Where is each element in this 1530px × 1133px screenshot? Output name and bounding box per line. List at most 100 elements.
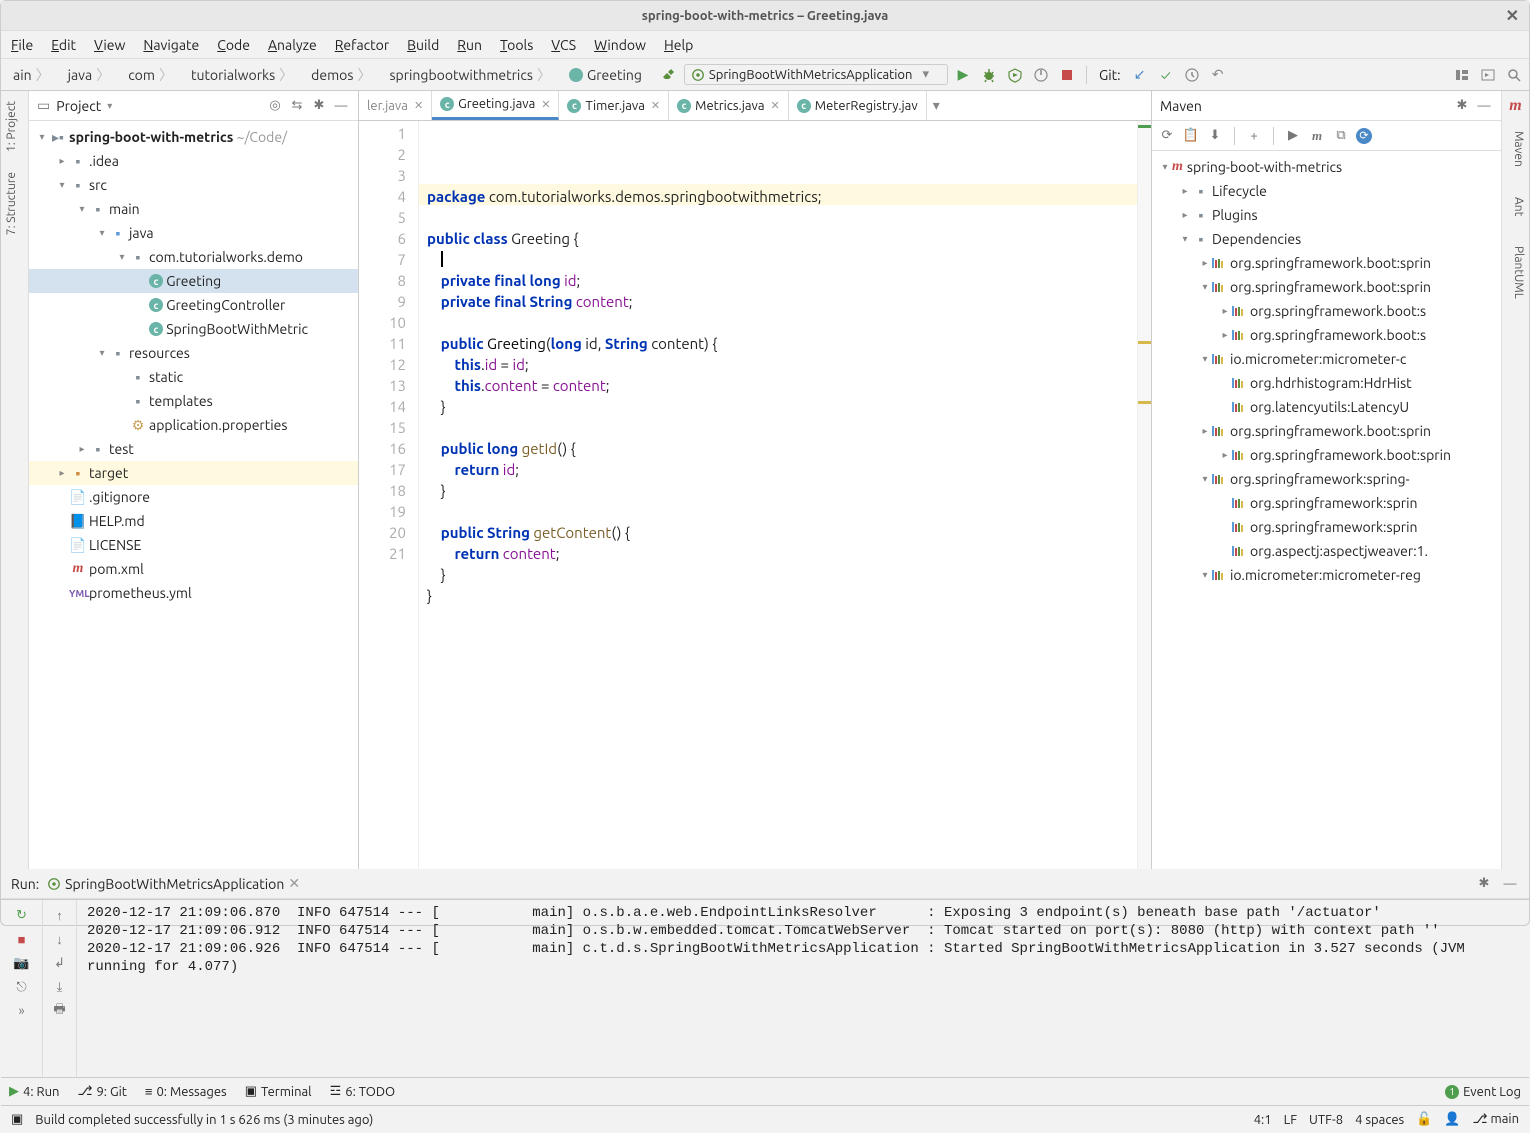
btab-git[interactable]: ⎇9: Git <box>77 1084 126 1099</box>
gutter-maven-icon[interactable]: m <box>1502 91 1529 121</box>
exit-icon[interactable]: ⎋ <box>13 978 31 996</box>
maven-tree-item[interactable]: ▸org.springframework.boot:sprin <box>1152 443 1501 467</box>
maven-panel-title[interactable]: Maven <box>1160 98 1202 114</box>
maven-tree-item[interactable]: ▾mspring-boot-with-metrics <box>1152 155 1501 179</box>
tree-item-selected[interactable]: Greeting <box>166 273 221 289</box>
tree-item[interactable]: application.properties <box>149 417 287 433</box>
tree-root[interactable]: spring-boot-with-metrics <box>69 129 233 145</box>
menu-edit[interactable]: Edit <box>51 37 76 53</box>
soft-wrap-icon[interactable]: ↲ <box>51 954 69 972</box>
crumb-tw[interactable]: tutorialworks <box>183 63 301 87</box>
cursor-position[interactable]: 4:1 <box>1254 1113 1272 1127</box>
tree-item[interactable]: prometheus.yml <box>89 585 192 601</box>
maven-tree-item[interactable]: org.hdrhistogram:HdrHist <box>1152 371 1501 395</box>
btab-messages[interactable]: ≡0: Messages <box>145 1084 227 1099</box>
maven-tree-item[interactable]: ▾io.micrometer:micrometer-c <box>1152 347 1501 371</box>
tree-item[interactable]: java <box>129 225 154 241</box>
tree-item[interactable]: .idea <box>89 153 119 169</box>
maven-toggle-icon[interactable]: ⧉ <box>1332 127 1350 145</box>
maven-tree-item[interactable]: org.springframework:sprin <box>1152 491 1501 515</box>
project-panel-title[interactable]: Project <box>56 98 101 114</box>
maven-generate-icon[interactable]: 📋 <box>1182 127 1200 145</box>
tab-timer[interactable]: cTimer.java✕ <box>559 91 669 120</box>
close-icon[interactable]: ✕ <box>1506 6 1519 25</box>
maven-tree-item[interactable]: ▸org.springframework.boot:s <box>1152 323 1501 347</box>
btab-todo[interactable]: ☲6: TODO <box>330 1084 396 1099</box>
maven-tree-item[interactable]: ▸org.springframework.boot:sprin <box>1152 419 1501 443</box>
console-output[interactable]: 2020-12-17 21:09:06.870 INFO 647514 --- … <box>77 900 1529 1077</box>
file-encoding[interactable]: UTF-8 <box>1309 1113 1343 1127</box>
close-tab-icon[interactable]: ✕ <box>651 99 660 112</box>
stop-run-icon[interactable]: ■ <box>13 930 31 948</box>
menu-view[interactable]: View <box>94 37 125 53</box>
maven-tree-item[interactable]: org.springframework:sprin <box>1152 515 1501 539</box>
run-settings-icon[interactable]: ✱ <box>1475 875 1493 893</box>
down-icon[interactable]: ↓ <box>51 930 69 948</box>
project-structure-icon[interactable] <box>1451 64 1473 86</box>
indent-setting[interactable]: 4 spaces <box>1355 1113 1404 1127</box>
search-everywhere-icon[interactable] <box>1503 64 1525 86</box>
menu-window[interactable]: Window <box>594 37 646 53</box>
project-tree[interactable]: ▾▸▪spring-boot-with-metrics ~/Code/ ▸▪.i… <box>29 121 358 869</box>
crumb-demos[interactable]: demos <box>303 63 379 87</box>
tool-windows-icon[interactable]: ▣ <box>11 1112 23 1127</box>
maven-execute-icon[interactable]: m <box>1308 127 1326 145</box>
locate-icon[interactable]: ◎ <box>266 97 284 115</box>
tab-metrics[interactable]: cMetrics.java✕ <box>669 91 789 120</box>
tree-item[interactable]: static <box>149 369 183 385</box>
maven-offline-icon[interactable]: ⟳ <box>1356 128 1372 144</box>
more-tabs-icon[interactable]: ▾ <box>927 97 946 114</box>
git-history-icon[interactable] <box>1181 64 1203 86</box>
gutter-maven[interactable]: Maven <box>1502 121 1529 177</box>
maven-settings-icon[interactable]: ✱ <box>1453 97 1471 115</box>
tree-item[interactable]: src <box>89 177 107 193</box>
tree-item[interactable]: templates <box>149 393 213 409</box>
menu-vcs[interactable]: VCS <box>551 37 576 53</box>
stop-icon[interactable] <box>1056 64 1078 86</box>
tree-item[interactable]: pom.xml <box>89 561 144 577</box>
debug-button-icon[interactable] <box>978 64 1000 86</box>
gutter-ant[interactable]: Ant <box>1502 187 1529 226</box>
menu-navigate[interactable]: Navigate <box>143 37 199 53</box>
tab-controller[interactable]: ler.java✕ <box>359 91 432 120</box>
code-editor[interactable]: 123456789101112131415161718192021 packag… <box>359 121 1151 869</box>
run-anything-icon[interactable] <box>1477 64 1499 86</box>
menu-analyze[interactable]: Analyze <box>268 37 317 53</box>
menu-refactor[interactable]: Refactor <box>335 37 389 53</box>
run-config-selector[interactable]: SpringBootWithMetricsApplication ▾ <box>684 64 948 85</box>
maven-add-icon[interactable]: + <box>1245 127 1263 145</box>
btab-run[interactable]: ▶4: Run <box>9 1084 59 1099</box>
run-hide-icon[interactable]: — <box>1501 875 1519 893</box>
gutter-plantuml[interactable]: PlantUML <box>1502 236 1529 309</box>
close-tab-icon[interactable]: ✕ <box>771 99 780 112</box>
maven-run-icon[interactable]: ▶ <box>1284 127 1302 145</box>
build-hammer-icon[interactable] <box>658 64 680 86</box>
maven-hide-icon[interactable]: — <box>1475 97 1493 115</box>
menu-tools[interactable]: Tools <box>500 37 533 53</box>
print-icon[interactable]: 🖶 <box>51 1002 69 1020</box>
code-content[interactable]: package com.tutorialworks.demos.springbo… <box>419 121 1137 869</box>
coverage-icon[interactable] <box>1004 64 1026 86</box>
maven-tree-item[interactable]: ▾org.springframework:spring- <box>1152 467 1501 491</box>
maven-tree-item[interactable]: ▸org.springframework.boot:sprin <box>1152 251 1501 275</box>
git-rollback-icon[interactable]: ↶ <box>1207 64 1229 86</box>
git-branch[interactable]: ⎇ main <box>1473 1112 1519 1127</box>
maven-tree-item[interactable]: ▸org.springframework.boot:s <box>1152 299 1501 323</box>
rerun-icon[interactable]: ↻ <box>13 906 31 924</box>
run-tab[interactable]: SpringBootWithMetricsApplication ✕ <box>47 875 300 892</box>
expand-icon[interactable]: » <box>13 1002 31 1020</box>
tree-item[interactable]: GreetingController <box>166 297 285 313</box>
crumb-module[interactable]: ain <box>5 63 58 87</box>
run-button-icon[interactable]: ▶ <box>952 64 974 86</box>
tree-item[interactable]: HELP.md <box>89 513 145 529</box>
tab-greeting[interactable]: cGreeting.java✕ <box>432 91 559 120</box>
line-separator[interactable]: LF <box>1284 1113 1297 1127</box>
close-tab-icon[interactable]: ✕ <box>541 98 550 111</box>
settings-icon[interactable]: ✱ <box>310 97 328 115</box>
tree-item[interactable]: main <box>109 201 140 217</box>
gutter-project[interactable]: 1: Project <box>1 91 28 162</box>
maven-tree-item[interactable]: ▾org.springframework.boot:sprin <box>1152 275 1501 299</box>
gutter-structure[interactable]: 7: Structure <box>1 162 28 245</box>
tab-meterregistry[interactable]: cMeterRegistry.jav <box>789 91 927 120</box>
profile-icon[interactable] <box>1030 64 1052 86</box>
